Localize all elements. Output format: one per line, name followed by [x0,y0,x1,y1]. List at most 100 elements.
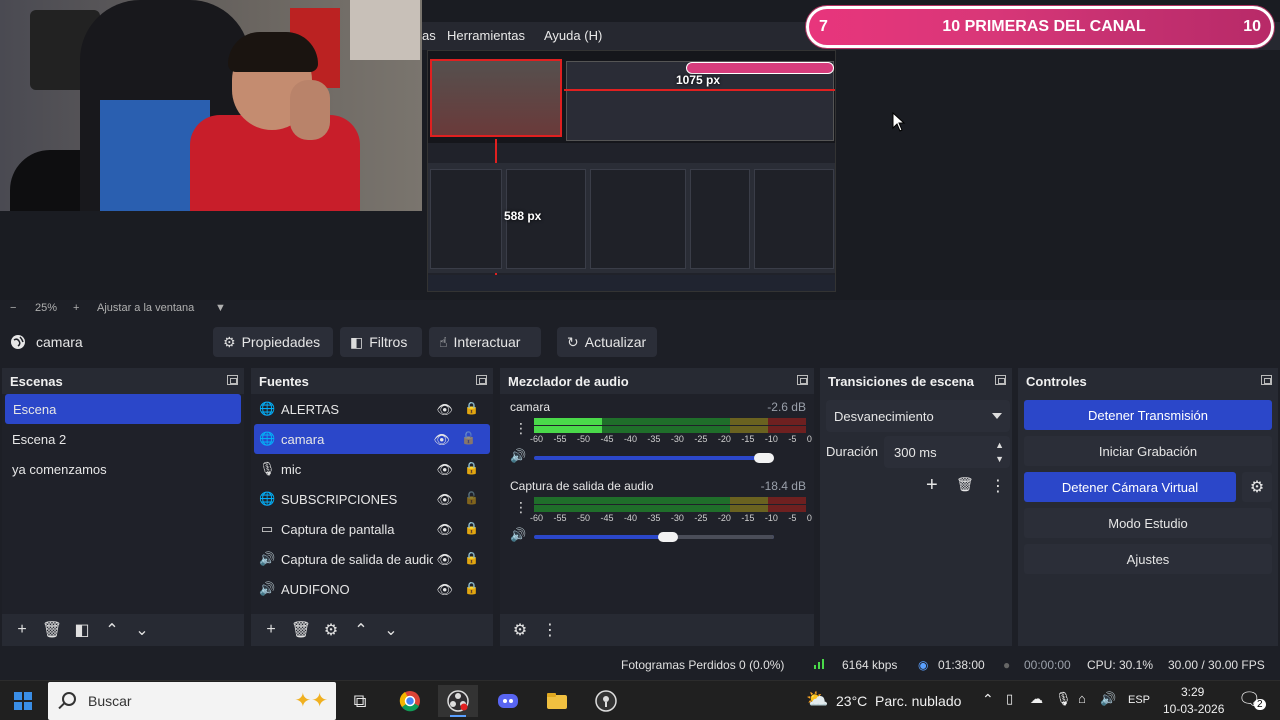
add-icon[interactable]: + [8,617,36,643]
microphone-icon[interactable]: 🎙 [1055,691,1072,707]
duration-label: Duración [826,444,879,459]
network-icon[interactable]: ⌂ [1078,691,1086,706]
eye-icon[interactable]: 👁 [436,492,453,508]
virtual-camera-settings-button[interactable]: ⚙ [1242,472,1272,502]
source-item-subscripciones[interactable]: 🌐 SUBSCRIPCIONES 👁 🔓 [251,484,493,514]
properties-button[interactable]: ⚙ Propiedades [213,327,333,357]
lock-icon[interactable]: 🔒 [464,581,479,595]
weather-temp[interactable]: 23°C [836,693,867,709]
source-item-alertas[interactable]: 🌐 ALERTAS 👁 🔒 [251,394,493,424]
stop-virtual-camera-button[interactable]: Detener Cámara Virtual [1024,472,1236,502]
speaker-icon[interactable]: 🔊 [510,527,526,543]
undock-icon[interactable] [1261,375,1272,385]
fit-to-window-label[interactable]: Ajustar a la ventana [97,302,194,314]
interact-button[interactable]: ☝ Interactuar [429,327,541,357]
undock-icon[interactable] [227,375,238,385]
filters-button[interactable]: ◧ Filtros [340,327,422,357]
gear-icon[interactable]: ⚙ [317,617,345,643]
lock-icon[interactable]: 🔒 [464,521,479,535]
spin-up-icon[interactable]: ▲ [995,440,1004,450]
duration-field[interactable]: 300 ms ▲ ▼ [884,436,1010,468]
add-icon[interactable]: + [257,617,285,643]
eye-icon[interactable]: 👁 [436,402,453,418]
menu-dots-icon[interactable]: ⋮ [990,476,1006,496]
tray-app-icon[interactable]: ▯ [1006,691,1013,707]
volume-slider[interactable] [534,532,774,542]
zoom-in-button[interactable]: + [73,302,79,314]
move-up-icon[interactable]: ⌃ [347,617,375,643]
language-indicator[interactable]: ESP [1128,694,1150,706]
source-item-captura-pantalla[interactable]: ▭ Captura de pantalla 👁 🔒 [251,514,493,544]
source-item-audifono[interactable]: 🔊 AUDIFONO 👁 🔒 [251,574,493,604]
nested-menu-item: as [422,28,436,43]
source-label: Captura de salida de audio [281,551,433,567]
file-explorer-icon[interactable] [537,685,577,717]
studio-mode-button[interactable]: Modo Estudio [1024,508,1272,538]
start-recording-button[interactable]: Iniciar Grabación [1024,436,1272,466]
scene-item-escena[interactable]: Escena [5,394,241,424]
clock-date[interactable]: 10-03-2026 [1163,702,1224,716]
scene-item-escena-2[interactable]: Escena 2 [2,424,244,454]
undock-icon[interactable] [476,375,487,385]
lock-icon[interactable]: 🔒 [464,461,479,475]
source-item-mic[interactable]: 🎙 mic 👁 🔒 [251,454,493,484]
nested-menu-tools: Herramientas [447,28,526,43]
undock-icon[interactable] [995,375,1006,385]
task-view-icon[interactable]: ⧉ [340,685,380,717]
zoom-dropdown-icon[interactable]: ▼ [215,302,226,314]
settings-button[interactable]: Ajustes [1024,544,1272,574]
mixer-footer: ⚙ ⋮ [500,614,814,646]
obs-icon[interactable] [438,685,478,717]
source-label: Captura de pantalla [281,521,395,537]
refresh-button[interactable]: ↻ Actualizar [557,327,657,357]
eye-icon[interactable]: 👁 [436,522,453,538]
app-icon[interactable] [586,685,626,717]
advanced-audio-icon[interactable]: ⚙ [506,617,534,643]
volume-slider[interactable] [534,453,775,463]
trash-icon[interactable]: 🗑 [956,476,974,493]
windows-start-icon[interactable] [14,692,32,710]
unlock-icon[interactable]: 🔓 [461,431,476,445]
weather-desc[interactable]: Parc. nublado [875,693,961,709]
channel-menu-icon[interactable]: ⋮ [514,499,528,516]
preview-canvas[interactable]: as Herramientas Ayuda (H) 1075 px 588 px… [0,0,1280,300]
spin-down-icon[interactable]: ▼ [995,454,1004,464]
lock-icon[interactable]: 🔒 [464,551,479,565]
volume-slider-handle[interactable] [754,453,775,463]
weather-icon[interactable]: ⛅ [806,689,828,710]
eye-icon[interactable]: 👁 [436,582,453,598]
move-up-icon[interactable]: ⌃ [98,617,126,643]
meter-tick-label: -10 [764,434,778,444]
speaker-icon[interactable]: 🔊 [510,448,526,464]
move-down-icon[interactable]: ⌄ [128,617,156,643]
mixer-menu-icon[interactable]: ⋮ [536,617,564,643]
lock-icon[interactable]: 🔒 [464,401,479,415]
chrome-icon[interactable] [390,685,430,717]
transition-select[interactable]: Desvanecimiento [826,400,1010,432]
volume-slider-handle[interactable] [658,532,679,542]
trash-icon[interactable]: 🗑 [38,617,66,643]
eye-icon[interactable]: 👁 [436,552,453,568]
stop-stream-button[interactable]: Detener Transmisión [1024,400,1272,430]
scene-item-ya-comenzamos[interactable]: ya comenzamos [2,454,244,484]
eye-icon[interactable]: 👁 [433,432,450,448]
filter-icon[interactable]: ◧ [68,617,96,643]
add-icon[interactable]: + [926,474,938,497]
source-item-captura-audio[interactable]: 🔊 Captura de salida de audio 👁 🔒 [251,544,493,574]
channel-menu-icon[interactable]: ⋮ [514,420,528,437]
source-item-camara[interactable]: 🌐 camara 👁 🔓 [254,424,490,454]
undock-icon[interactable] [797,375,808,385]
volume-icon[interactable]: 🔊 [1100,691,1116,707]
clock-time[interactable]: 3:29 [1181,685,1204,699]
chevron-up-icon[interactable]: ⌃ [982,691,994,708]
eye-icon[interactable]: 👁 [436,462,453,478]
move-down-icon[interactable]: ⌄ [377,617,405,643]
top10-banner: 7 10 PRIMERAS DEL CANAL 10 [806,6,1274,48]
taskbar-search-box[interactable]: Buscar ✦✦ [48,682,336,720]
trash-icon[interactable]: 🗑 [287,617,315,643]
discord-icon[interactable] [488,685,528,717]
unlock-icon[interactable]: 🔓 [464,491,479,505]
cloud-icon[interactable]: ☁ [1030,691,1043,707]
meter-tick-label: -15 [741,513,755,523]
zoom-out-button[interactable]: − [10,302,16,314]
